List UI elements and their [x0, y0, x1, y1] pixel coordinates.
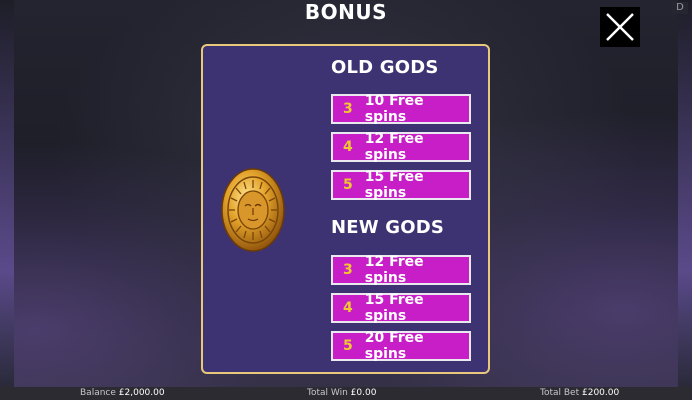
old-gods-title: OLD GODS	[331, 57, 439, 78]
symbol-count: 4	[343, 139, 353, 155]
total-bet-label: Total Bet	[540, 388, 580, 398]
page-title: BONUS	[304, 0, 388, 24]
symbol-count: 3	[343, 262, 353, 278]
free-spins-label: 20 Free spins	[364, 330, 424, 362]
close-button[interactable]	[600, 7, 640, 47]
old-gods-row-1: 3 10 Free spins	[331, 93, 471, 125]
old-gods-row-2: 4 12 Free spins	[331, 131, 471, 163]
balance-value: £2,000.00	[118, 388, 165, 398]
corner-label: D	[672, 2, 688, 14]
free-spins-label: 15 Free spins	[364, 292, 424, 324]
symbol-count: 3	[343, 101, 353, 117]
free-spins-label: 15 Free spins	[364, 169, 424, 201]
balance-display: Balance £2,000.00	[80, 387, 165, 400]
golden-sun-coin-icon	[221, 168, 285, 252]
new-gods-row-1: 3 12 Free spins	[331, 254, 471, 286]
symbol-count: 5	[343, 177, 353, 193]
balance-label: Balance	[80, 388, 116, 398]
total-bet-value: £200.00	[582, 388, 620, 398]
free-spins-label: 12 Free spins	[364, 254, 424, 286]
status-bar: Balance £2,000.00 Total Win £0.00 Total …	[0, 387, 692, 400]
total-win-display: Total Win £0.00	[307, 387, 376, 400]
free-spins-label: 12 Free spins	[364, 131, 424, 163]
right-edge-decoration	[678, 0, 692, 387]
free-spins-label: 10 Free spins	[364, 93, 424, 125]
total-win-label: Total Win	[307, 388, 348, 398]
new-gods-row-3: 5 20 Free spins	[331, 330, 471, 362]
total-bet-display: Total Bet £200.00	[540, 387, 619, 400]
new-gods-row-2: 4 15 Free spins	[331, 292, 471, 324]
close-icon	[606, 13, 634, 41]
symbol-count: 4	[343, 300, 353, 316]
old-gods-row-3: 5 15 Free spins	[331, 169, 471, 201]
left-edge-decoration	[0, 0, 14, 387]
new-gods-title: NEW GODS	[331, 217, 445, 238]
symbol-count: 5	[343, 338, 353, 354]
total-win-value: £0.00	[350, 388, 377, 398]
